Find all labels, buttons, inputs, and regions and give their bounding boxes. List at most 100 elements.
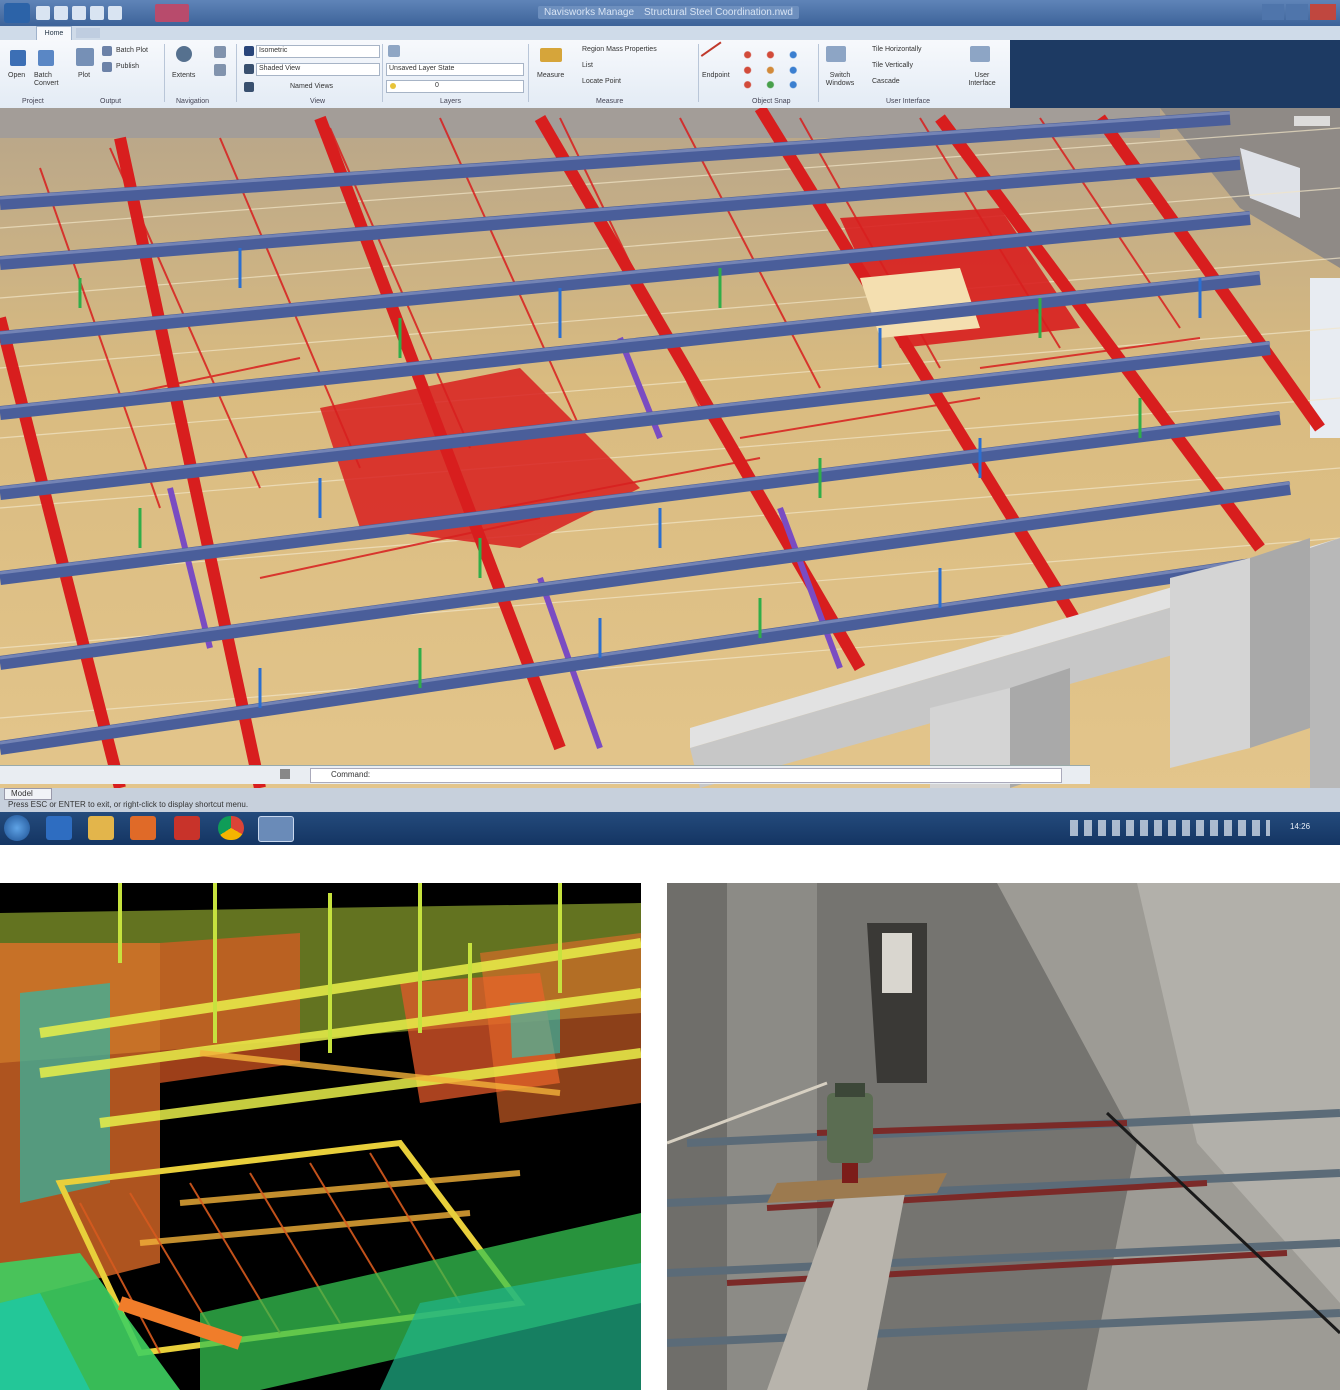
list-label[interactable]: List (582, 62, 593, 69)
group-separator (528, 44, 529, 102)
group-separator (382, 44, 383, 102)
media-icon[interactable] (130, 816, 156, 840)
plot-icon[interactable] (76, 48, 94, 66)
orbit-icon[interactable] (214, 46, 226, 58)
snap-icon-grid[interactable] (740, 46, 816, 90)
extents-label[interactable]: Extents (172, 72, 195, 79)
document-caption: Structural Steel Coordination.nwd (638, 6, 799, 19)
search-box[interactable] (155, 4, 189, 22)
pdf-icon[interactable] (174, 816, 200, 840)
qat-save-icon[interactable] (72, 6, 86, 20)
model-viewport[interactable] (0, 108, 1340, 788)
plot-label: Plot (78, 72, 91, 79)
maximize-button[interactable] (1286, 4, 1308, 20)
measure-label[interactable]: Measure (537, 72, 564, 79)
close-button[interactable] (1310, 4, 1336, 20)
command-close-icon[interactable] (280, 769, 290, 779)
cad-application-window: Navisworks Manage Structural Steel Coord… (0, 0, 1340, 845)
open-label: Open (8, 72, 26, 79)
layer-properties-icon[interactable] (388, 45, 400, 57)
view-dropdown[interactable]: Isometric (256, 45, 380, 58)
windows-taskbar: 14:26 (0, 812, 1340, 845)
switch-windows-label[interactable]: Switch Windows (822, 72, 858, 88)
measure-icon[interactable] (540, 48, 562, 62)
visual-style-dropdown[interactable]: Shaded View (256, 63, 380, 76)
command-prompt: Command: (331, 770, 371, 779)
batch-plot-icon[interactable] (102, 46, 112, 56)
group-separator (698, 44, 699, 102)
group-object-snap-label: Object Snap (752, 98, 791, 105)
lightbulb-icon (390, 83, 396, 89)
chrome-icon[interactable] (218, 816, 244, 840)
ie-icon[interactable] (46, 816, 72, 840)
structural-steel-model (0, 108, 1340, 788)
pan-icon[interactable] (176, 46, 192, 62)
ribbon-panel: Open Batch Convert Project Plot Batch Pl… (0, 40, 1010, 109)
layer-dropdown[interactable]: 0 (386, 80, 524, 93)
command-input[interactable]: Command: (310, 768, 1062, 783)
region-mass-properties-label[interactable]: Region Mass Properties (582, 46, 657, 53)
folder-icon[interactable] (88, 816, 114, 840)
group-view-label: View (310, 98, 326, 105)
point-cloud-scan-image (0, 883, 641, 1390)
ribbon-tab-strip: Home (0, 26, 1340, 41)
visual-style-value: Shaded View (259, 65, 301, 72)
locate-point-label[interactable]: Locate Point (582, 78, 621, 85)
app-caption: Navisworks Manage (538, 6, 641, 19)
start-icon[interactable] (4, 815, 30, 841)
zoom-icon[interactable] (214, 64, 226, 76)
status-message: Press ESC or ENTER to exit, or right-cli… (8, 800, 249, 809)
tile-horizontally-label[interactable]: Tile Horizontally (872, 46, 922, 53)
open-icon[interactable] (10, 50, 26, 66)
user-interface-icon[interactable] (970, 46, 990, 62)
tab-model[interactable]: Model (4, 788, 52, 800)
publish-label[interactable]: Publish (116, 63, 139, 70)
minimize-button[interactable] (1262, 4, 1284, 20)
tab-home[interactable]: Home (36, 26, 72, 41)
layer-state-value: Unsaved Layer State (389, 65, 455, 72)
system-tray (1070, 820, 1270, 836)
named-views-label[interactable]: Named Views (290, 83, 333, 90)
app-menu-button[interactable] (4, 3, 30, 23)
group-project-label: Project (22, 98, 44, 105)
tab-home-label: Home (44, 30, 64, 37)
laser-scanner (827, 1093, 873, 1163)
isometric-icon[interactable] (244, 46, 254, 56)
qat-open-icon[interactable] (54, 6, 68, 20)
point-cloud-render (0, 883, 641, 1390)
named-views-icon[interactable] (244, 82, 254, 92)
site-photo (667, 883, 1340, 1390)
tile-vertically-label[interactable]: Tile Vertically (872, 62, 913, 69)
endpoint-label[interactable]: Endpoint (702, 72, 730, 79)
site-photo-laser-scanner (667, 883, 1340, 1390)
tab-model-label: Model (11, 789, 33, 798)
group-separator (164, 44, 165, 102)
view-dropdown-value: Isometric (259, 47, 288, 54)
layer-value: 0 (435, 82, 439, 89)
visual-style-icon[interactable] (244, 64, 254, 74)
layer-state-dropdown[interactable]: Unsaved Layer State (386, 63, 524, 76)
qat-new-icon[interactable] (36, 6, 50, 20)
group-user-interface-label: User Interface (886, 98, 930, 105)
cascade-label[interactable]: Cascade (872, 78, 900, 85)
group-output-label: Output (100, 98, 122, 105)
group-layers-label: Layers (440, 98, 462, 105)
group-measure-label: Measure (596, 98, 624, 105)
batch-convert-label: Batch Convert (34, 72, 59, 87)
command-line[interactable]: Command: (0, 765, 1090, 784)
batch-convert-icon[interactable] (38, 50, 54, 66)
title-bar: Navisworks Manage Structural Steel Coord… (0, 0, 1340, 26)
cad-icon[interactable] (258, 816, 294, 842)
switch-windows-icon[interactable] (826, 46, 846, 62)
clock: 14:26 (1290, 822, 1311, 831)
qat-undo-icon[interactable] (90, 6, 104, 20)
group-separator (236, 44, 237, 102)
status-bar: Model Press ESC or ENTER to exit, or rig… (0, 788, 1340, 812)
user-interface-label[interactable]: User Interface (962, 72, 1002, 88)
tab-more[interactable] (76, 28, 100, 38)
batch-plot-label[interactable]: Batch Plot (116, 47, 148, 54)
group-separator (818, 44, 819, 102)
qat-redo-icon[interactable] (108, 6, 122, 20)
group-navigation-label: Navigation (176, 98, 210, 105)
publish-icon[interactable] (102, 62, 112, 72)
